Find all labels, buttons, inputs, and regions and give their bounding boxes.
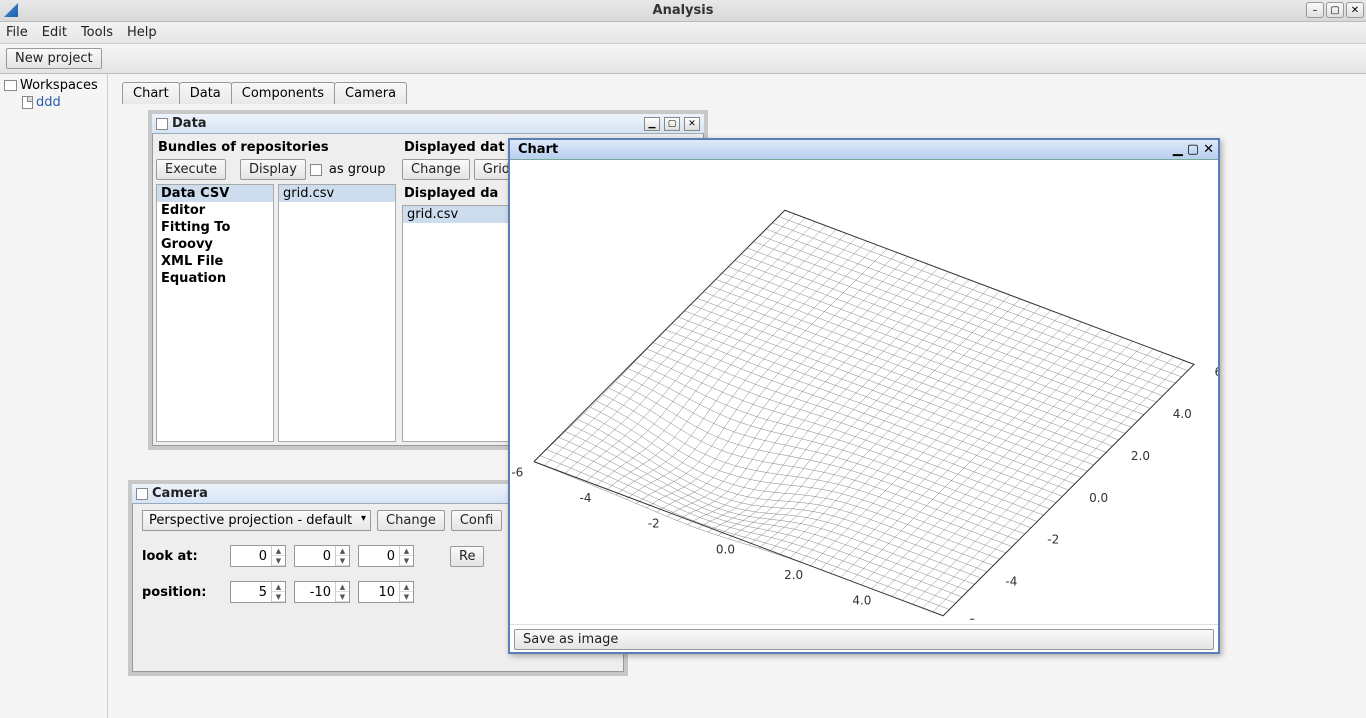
tab-bar: Chart Data Components Camera — [122, 82, 406, 104]
titlebar: Analysis – ▢ ✕ — [0, 0, 1366, 22]
chart-3d-surface[interactable]: -6 -4 -2 0.0 2.0 4.0 6.0 -6 -4 -2 0.0 2.0 4.0 6.0 — [510, 160, 1218, 620]
window-title: Analysis — [653, 3, 714, 18]
svg-text:0.0: 0.0 — [1089, 491, 1108, 505]
data-window-titlebar[interactable]: Data ▁ ▢ ✕ — [152, 114, 704, 134]
menu-file[interactable]: File — [6, 25, 28, 40]
position-label: position: — [142, 585, 222, 600]
tab-camera[interactable]: Camera — [334, 82, 407, 104]
tab-chart[interactable]: Chart — [122, 82, 180, 104]
lookat-z-spinner[interactable]: ▲▼ — [358, 545, 414, 567]
list-item[interactable]: XML File — [157, 253, 273, 270]
change-button[interactable]: Change — [402, 159, 470, 180]
list-item[interactable]: Fitting To — [157, 219, 273, 236]
list-item[interactable]: Data CSV — [157, 185, 273, 202]
repo-file-list[interactable]: grid.csv — [278, 184, 396, 442]
svg-text:2.0: 2.0 — [1131, 449, 1150, 463]
folder-icon — [4, 80, 17, 91]
position-z-spinner[interactable]: ▲▼ — [358, 581, 414, 603]
projection-value: Perspective projection - default — [149, 513, 352, 528]
menubar: File Edit Tools Help — [0, 22, 1366, 44]
svg-text:-4: -4 — [580, 491, 592, 505]
close-inner-button[interactable]: ✕ — [684, 117, 700, 131]
position-y-input[interactable] — [295, 582, 335, 602]
chart-window-title: Chart — [518, 142, 1169, 157]
lookat-z-input[interactable] — [359, 546, 399, 566]
display-button[interactable]: Display — [240, 159, 306, 180]
maximize-button[interactable]: ▢ — [1326, 2, 1344, 18]
close-button[interactable]: ✕ — [1346, 2, 1364, 18]
data-window-title: Data — [172, 116, 640, 131]
sidebar: Workspaces ddd — [0, 74, 108, 718]
svg-text:-4: -4 — [1005, 575, 1017, 589]
svg-text:-2: -2 — [648, 517, 660, 531]
position-x-input[interactable] — [231, 582, 271, 602]
close-inner-button[interactable]: ✕ — [1203, 142, 1214, 157]
list-item[interactable]: grid.csv — [279, 185, 395, 202]
tab-data[interactable]: Data — [179, 82, 232, 104]
svg-text:6.0: 6.0 — [1215, 365, 1218, 379]
chart-window-titlebar[interactable]: Chart ▁ ▢ ✕ — [510, 140, 1218, 160]
bundles-header: Bundles of repositories — [156, 138, 396, 159]
workarea: Chart Data Components Camera Data ▁ ▢ ✕ … — [108, 74, 1366, 718]
position-y-spinner[interactable]: ▲▼ — [294, 581, 350, 603]
lookat-y-spinner[interactable]: ▲▼ — [294, 545, 350, 567]
list-item[interactable]: Editor — [157, 202, 273, 219]
tree-root-label: Workspaces — [20, 78, 98, 93]
list-item[interactable]: Equation — [157, 270, 273, 287]
file-icon — [22, 96, 33, 109]
lookat-x-input[interactable] — [231, 546, 271, 566]
new-project-button[interactable]: New project — [6, 48, 102, 69]
position-z-input[interactable] — [359, 582, 399, 602]
projection-select[interactable]: Perspective projection - default — [142, 510, 371, 531]
reset-button[interactable]: Re — [450, 546, 484, 567]
tree-root-workspaces[interactable]: Workspaces — [4, 78, 103, 93]
tab-components[interactable]: Components — [231, 82, 335, 104]
tree-item-ddd[interactable]: ddd — [22, 95, 103, 110]
app-icon — [4, 3, 18, 17]
window-icon — [156, 118, 168, 130]
execute-button[interactable]: Execute — [156, 159, 226, 180]
iconify-button[interactable]: ▁ — [1173, 142, 1183, 157]
window-controls: – ▢ ✕ — [1306, 2, 1364, 18]
svg-text:-6: -6 — [964, 616, 976, 620]
maximize-inner-button[interactable]: ▢ — [664, 117, 680, 131]
svg-text:4.0: 4.0 — [1173, 407, 1192, 421]
save-as-image-button[interactable]: Save as image — [514, 629, 1214, 650]
menu-help[interactable]: Help — [127, 25, 157, 40]
as-group-label: as group — [329, 162, 386, 177]
svg-text:6.0: 6.0 — [921, 619, 940, 620]
list-item[interactable]: Groovy — [157, 236, 273, 253]
lookat-y-input[interactable] — [295, 546, 335, 566]
tree-item-label: ddd — [36, 95, 61, 110]
minimize-button[interactable]: – — [1306, 2, 1324, 18]
toolbar: New project — [0, 44, 1366, 74]
position-x-spinner[interactable]: ▲▼ — [230, 581, 286, 603]
camera-change-button[interactable]: Change — [377, 510, 445, 531]
window-icon — [136, 488, 148, 500]
iconify-button[interactable]: ▁ — [644, 117, 660, 131]
lookat-x-spinner[interactable]: ▲▼ — [230, 545, 286, 567]
svg-text:4.0: 4.0 — [852, 594, 871, 608]
camera-configure-button[interactable]: Confi — [451, 510, 502, 531]
menu-edit[interactable]: Edit — [42, 25, 67, 40]
svg-text:-2: -2 — [1047, 533, 1059, 547]
lookat-label: look at: — [142, 549, 222, 564]
repo-type-list[interactable]: Data CSV Editor Fitting To Groovy XML Fi… — [156, 184, 274, 442]
maximize-inner-button[interactable]: ▢ — [1187, 142, 1199, 157]
chart-window[interactable]: Chart ▁ ▢ ✕ -6 -4 -2 0.0 2.0 4.0 6.0 -6 -4 -2 0.0 2… — [508, 138, 1220, 654]
menu-tools[interactable]: Tools — [81, 25, 113, 40]
as-group-checkbox[interactable] — [310, 164, 322, 176]
svg-text:-6: -6 — [511, 465, 523, 479]
svg-text:2.0: 2.0 — [784, 568, 803, 582]
svg-text:0.0: 0.0 — [716, 542, 735, 556]
